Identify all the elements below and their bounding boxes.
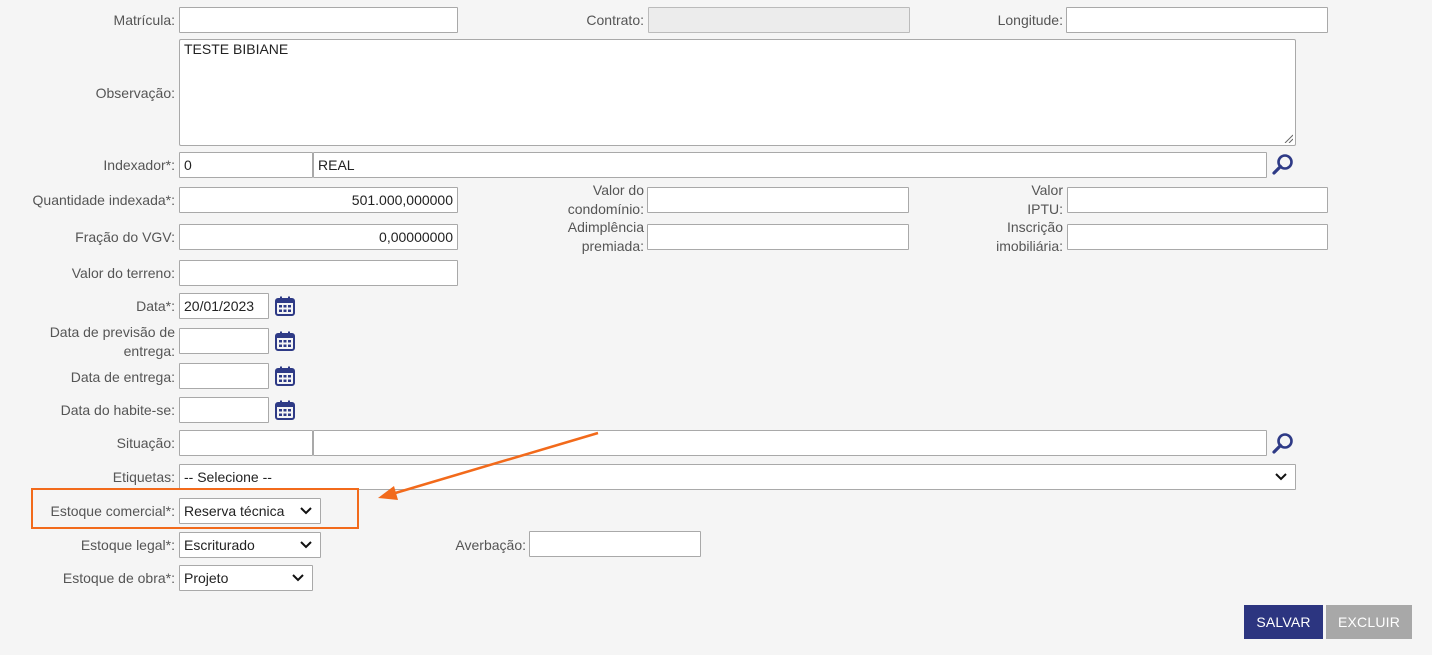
estoque-legal-label: Estoque legal*: xyxy=(80,537,175,553)
chevron-down-icon xyxy=(292,574,304,582)
estoque-legal-select[interactable]: Escriturado xyxy=(179,532,321,558)
save-button[interactable]: SALVAR xyxy=(1244,605,1323,639)
estoque-legal-value: Escriturado xyxy=(184,537,255,553)
chevron-down-icon xyxy=(300,541,312,549)
estoque-obra-label: Estoque de obra*: xyxy=(62,570,175,586)
averbacao-input[interactable] xyxy=(529,531,701,557)
averbacao-label: Averbação: xyxy=(455,537,526,553)
delete-button[interactable]: EXCLUIR xyxy=(1326,605,1412,639)
estoque-obra-value: Projeto xyxy=(184,570,229,586)
estoque-obra-select[interactable]: Projeto xyxy=(179,565,313,591)
